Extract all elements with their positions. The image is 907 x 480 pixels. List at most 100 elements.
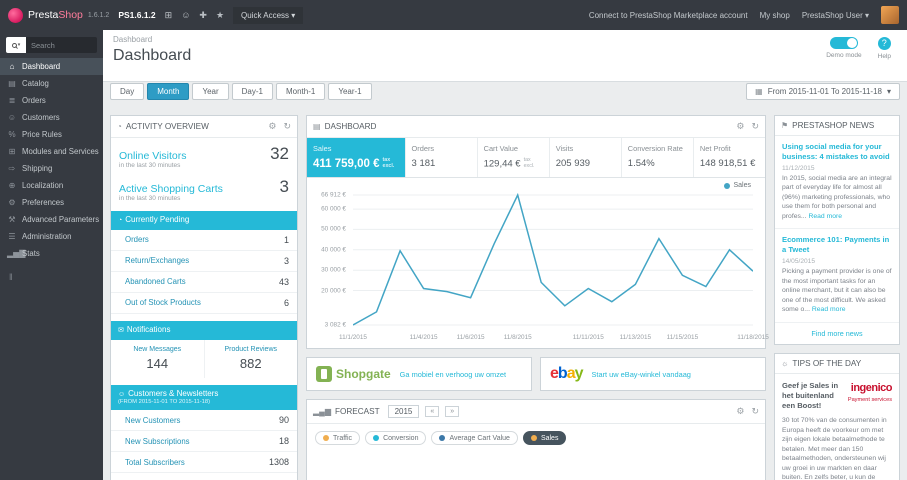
gear-icon[interactable]: ⚙: [736, 121, 744, 132]
calendar-icon: ▦: [755, 87, 763, 96]
read-more-link[interactable]: Read more: [808, 213, 842, 220]
sidebar-item-administration[interactable]: ☰ Administration: [0, 228, 103, 245]
read-more-link[interactable]: Read more: [812, 306, 846, 313]
shopgate-phone-icon: [316, 366, 332, 382]
forecast-next-button[interactable]: »: [445, 406, 460, 417]
new-customers-link[interactable]: New Customers: [125, 416, 180, 425]
news-item: Ecommerce 101: Payments in a Tweet 14/05…: [775, 229, 899, 321]
out-of-stock-link[interactable]: Out of Stock Products: [125, 298, 201, 307]
sidebar-item-preferences[interactable]: ⚙ Preferences: [0, 194, 103, 211]
sidebar-item-advanced-parameters[interactable]: ⚒ Advanced Parameters: [0, 211, 103, 228]
returns-count: 3: [283, 255, 289, 266]
avg-cart-series-dot: [439, 435, 446, 441]
kpi-cart-value[interactable]: Cart Value 129,44 € tax excl.: [478, 138, 550, 177]
kpi-sales[interactable]: Sales 411 759,00 € tax excl.: [307, 138, 406, 177]
refresh-icon[interactable]: ↻: [283, 121, 291, 132]
user-icon[interactable]: ☺: [181, 10, 190, 20]
product-reviews-link[interactable]: Product Reviews 882: [203, 339, 298, 378]
returns-link[interactable]: Return/Exchanges: [125, 256, 189, 265]
prestashop-logo[interactable]: PrestaShop 1.6.1.2: [8, 7, 109, 23]
tip-body-text: 30 tot 70% van de consumenten in Europa …: [782, 417, 887, 480]
page-title: Dashboard: [113, 47, 192, 64]
sidebar-item-stats[interactable]: ▂▅▇ Stats: [0, 245, 103, 262]
sidebar-item-price-rules[interactable]: % Price Rules: [0, 126, 103, 143]
shopgate-link[interactable]: Ga mobiel en verhoog uw omzet: [400, 370, 506, 379]
add-icon[interactable]: ✚: [199, 10, 207, 21]
quick-access-menu[interactable]: Quick Access ▾: [233, 6, 304, 24]
active-carts-link[interactable]: Active Shopping Carts: [119, 183, 223, 195]
date-range-picker[interactable]: ▦ From 2015-11-01 To 2015-11-18 ▾: [746, 83, 900, 100]
filter-month-1-button[interactable]: Month-1: [275, 83, 326, 100]
sales-series-dot: [724, 182, 731, 189]
filter-month-button[interactable]: Month: [147, 83, 190, 100]
forecast-chip-average-cart-value[interactable]: Average Cart Value: [431, 431, 518, 445]
refresh-icon[interactable]: ↻: [751, 406, 759, 417]
y-axis-tick: 20 000 €: [321, 287, 346, 295]
sidebar-item-catalog[interactable]: ▤ Catalog: [0, 75, 103, 92]
user-avatar[interactable]: [881, 6, 899, 24]
customers-icon: ☺: [118, 390, 126, 398]
online-visitors-link[interactable]: Online Visitors: [119, 150, 187, 162]
marketplace-connect-link[interactable]: Connect to PrestaShop Marketplace accoun…: [589, 11, 748, 20]
forecast-chip-traffic[interactable]: Traffic: [315, 431, 361, 445]
filter-day-1-button[interactable]: Day-1: [231, 83, 273, 100]
new-subscriptions-link[interactable]: New Subscriptions: [125, 437, 190, 446]
gear-icon[interactable]: ⚙: [736, 406, 744, 417]
dashboard-panel: ▤ DASHBOARD ⚙ ↻ Sales 411 759,00 € tax ex…: [306, 115, 769, 349]
x-axis-tick: 11/4/2015: [409, 334, 438, 341]
forecast-prev-button[interactable]: «: [425, 406, 440, 417]
forecast-year-select[interactable]: 2015: [387, 405, 420, 418]
sidebar-item-label: Advanced Parameters: [22, 215, 100, 224]
x-axis-tick: 11/6/2015: [456, 334, 485, 341]
news-item-title[interactable]: Using social media for your business: 4 …: [782, 142, 892, 162]
kpi-net-profit[interactable]: Net Profit 148 918,51 €: [694, 138, 765, 177]
sidebar-item-orders[interactable]: ≣ Orders: [0, 92, 103, 109]
news-item-title[interactable]: Ecommerce 101: Payments in a Tweet: [782, 235, 892, 255]
panel-title: ACTIVITY OVERVIEW: [125, 122, 209, 131]
orders-link[interactable]: Orders: [125, 235, 149, 244]
abandoned-carts-link[interactable]: Abandoned Carts: [125, 277, 186, 286]
refresh-icon[interactable]: ↻: [751, 121, 759, 132]
demo-mode-toggle[interactable]: [829, 37, 858, 49]
kpi-conversion-rate[interactable]: Conversion Rate 1.54%: [622, 138, 694, 177]
shipping-icon: ⇨: [8, 164, 16, 173]
out-of-stock-count: 6: [283, 297, 289, 308]
search-scope-button[interactable]: ▾: [6, 37, 26, 53]
shop-name[interactable]: PS1.6.1.2: [118, 10, 155, 20]
user-menu[interactable]: PrestaShop User ▾: [802, 11, 869, 20]
forecast-chip-sales[interactable]: Sales: [522, 431, 567, 445]
breadcrumb[interactable]: Dashboard: [113, 35, 897, 44]
cart-icon[interactable]: ⊞: [165, 10, 173, 21]
filter-year-1-button[interactable]: Year-1: [328, 83, 372, 100]
dashboard-icon: ▤: [313, 122, 321, 131]
kpi-visits[interactable]: Visits 205 939: [550, 138, 622, 177]
demo-mode-control: Demo mode: [826, 37, 862, 60]
trophy-icon[interactable]: ★: [216, 10, 224, 21]
sidebar-item-dashboard[interactable]: ⌂ Dashboard: [0, 58, 103, 75]
search-input[interactable]: [26, 37, 97, 53]
collapse-sidebar-icon[interactable]: ‖: [0, 262, 103, 292]
ebay-link[interactable]: Start uw eBay-winkel vandaag: [592, 370, 691, 379]
new-messages-link[interactable]: New Messages 144: [111, 340, 204, 378]
gear-icon[interactable]: ⚙: [268, 121, 276, 132]
sidebar-item-localization[interactable]: ⊕ Localization: [0, 177, 103, 194]
sidebar-item-shipping[interactable]: ⇨ Shipping: [0, 160, 103, 177]
sidebar-item-label: Preferences: [22, 198, 65, 207]
help-icon[interactable]: ?: [877, 37, 891, 50]
forecast-chip-conversion[interactable]: Conversion: [365, 431, 427, 445]
conversion-series-dot: [373, 435, 380, 441]
online-visitors-sub: in the last 30 minutes: [119, 162, 181, 169]
kpi-orders[interactable]: Orders 3 181: [406, 138, 478, 177]
sidebar-item-modules[interactable]: ⊞ Modules and Services: [0, 143, 103, 160]
sidebar-item-label: Stats: [22, 249, 40, 258]
tip-headline[interactable]: Geef je Sales in het buitenland een Boos…: [782, 381, 839, 412]
find-more-news-link[interactable]: Find more news: [775, 321, 899, 344]
sidebar-item-customers[interactable]: ☺ Customers: [0, 109, 103, 126]
demo-mode-label: Demo mode: [826, 52, 862, 59]
active-carts-value: 3: [279, 177, 289, 196]
my-shop-link[interactable]: My shop: [760, 11, 790, 20]
total-subscribers-link[interactable]: Total Subscribers: [125, 458, 185, 467]
filter-day-button[interactable]: Day: [110, 83, 145, 100]
pending-row: Abandoned Carts 43: [111, 272, 297, 293]
filter-year-button[interactable]: Year: [192, 83, 229, 100]
